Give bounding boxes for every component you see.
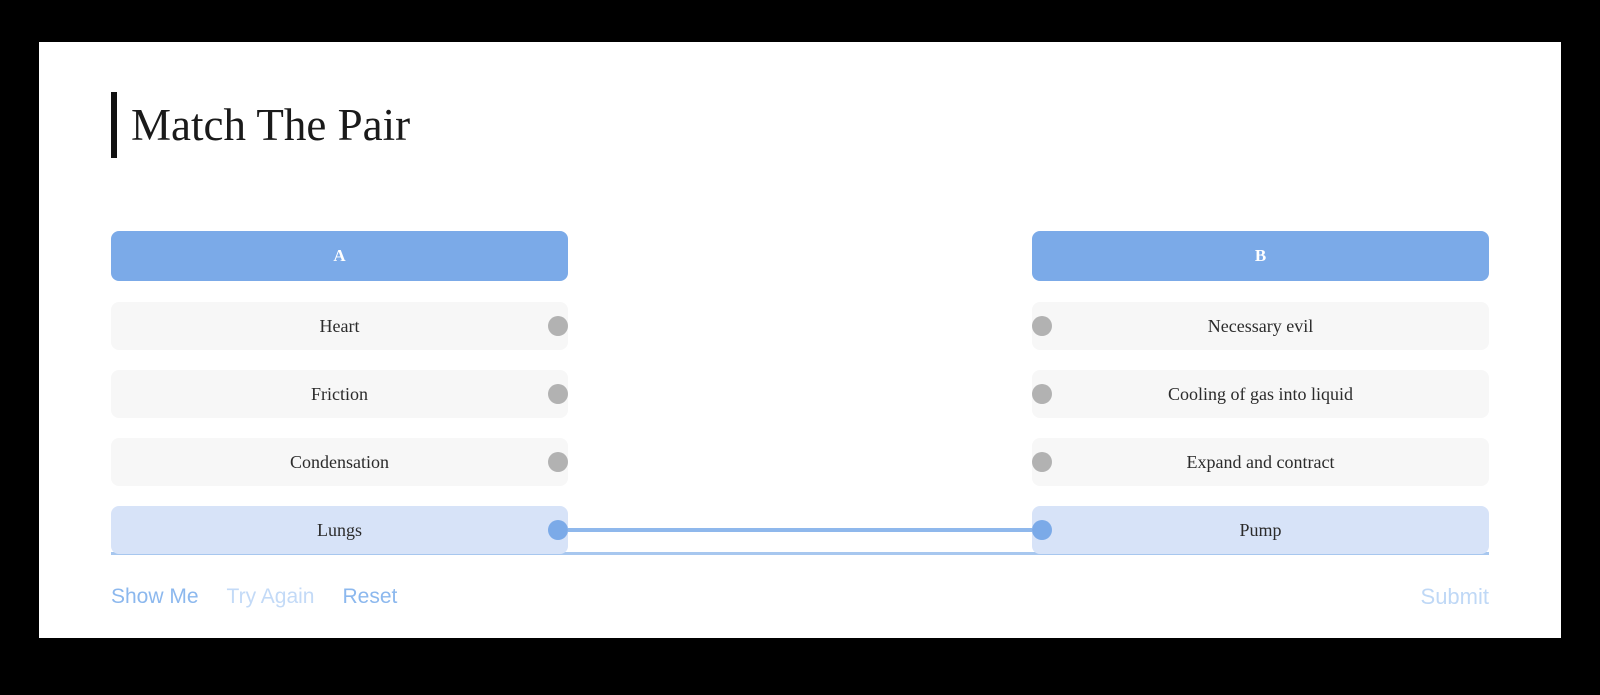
connector-dot-icon[interactable] bbox=[548, 316, 568, 336]
column-header-row: A B bbox=[111, 231, 1489, 281]
reset-button[interactable]: Reset bbox=[342, 585, 397, 609]
right-item-label: Necessary evil bbox=[1207, 315, 1314, 336]
right-item-necessary-evil[interactable]: Necessary evil bbox=[1032, 302, 1489, 350]
right-item-label: Cooling of gas into liquid bbox=[1167, 383, 1353, 404]
connector-dot-icon[interactable] bbox=[548, 520, 568, 540]
column-header-a: A bbox=[111, 231, 568, 281]
right-item-cooling-of-gas-into-liquid[interactable]: Cooling of gas into liquid bbox=[1032, 370, 1489, 418]
footer-actions: Show Me Try Again Reset Submit bbox=[111, 567, 1489, 627]
left-item-label: Friction bbox=[311, 383, 368, 404]
activity-card: Match The Pair A B Heart Necessary evil bbox=[39, 42, 1561, 638]
right-item-expand-and-contract[interactable]: Expand and contract bbox=[1032, 438, 1489, 486]
connector-dot-icon[interactable] bbox=[548, 452, 568, 472]
match-board: A B Heart Necessary evil Friction Coolin… bbox=[111, 231, 1489, 554]
connector-dot-icon[interactable] bbox=[1032, 316, 1052, 336]
connector-dot-icon[interactable] bbox=[1032, 452, 1052, 472]
left-item-lungs[interactable]: Lungs bbox=[111, 506, 568, 554]
page-title-text: Match The Pair bbox=[131, 99, 411, 150]
show-me-button[interactable]: Show Me bbox=[111, 585, 199, 609]
left-item-label: Heart bbox=[319, 315, 360, 336]
left-item-label: Lungs bbox=[317, 519, 362, 540]
connector-dot-icon[interactable] bbox=[548, 384, 568, 404]
left-item-heart[interactable]: Heart bbox=[111, 302, 568, 350]
right-item-pump[interactable]: Pump bbox=[1032, 506, 1489, 554]
left-item-condensation[interactable]: Condensation bbox=[111, 438, 568, 486]
match-row-matched: Lungs Pump bbox=[111, 506, 1489, 554]
try-again-button[interactable]: Try Again bbox=[227, 585, 315, 609]
left-item-label: Condensation bbox=[290, 451, 389, 472]
left-item-friction[interactable]: Friction bbox=[111, 370, 568, 418]
right-item-label: Expand and contract bbox=[1186, 451, 1335, 472]
match-row: Condensation Expand and contract bbox=[111, 438, 1489, 486]
right-item-label: Pump bbox=[1239, 519, 1282, 540]
match-connector-line bbox=[568, 528, 1032, 532]
connector-dot-icon[interactable] bbox=[1032, 520, 1052, 540]
title-accent-bar bbox=[111, 92, 117, 158]
submit-button[interactable]: Submit bbox=[1421, 584, 1489, 610]
connector-dot-icon[interactable] bbox=[1032, 384, 1052, 404]
match-row: Heart Necessary evil bbox=[111, 302, 1489, 350]
column-header-b: B bbox=[1032, 231, 1489, 281]
footer-left-actions: Show Me Try Again Reset bbox=[111, 585, 397, 609]
page-title: Match The Pair bbox=[111, 92, 410, 158]
match-row: Friction Cooling of gas into liquid bbox=[111, 370, 1489, 418]
app-root: Match The Pair A B Heart Necessary evil bbox=[0, 0, 1600, 695]
